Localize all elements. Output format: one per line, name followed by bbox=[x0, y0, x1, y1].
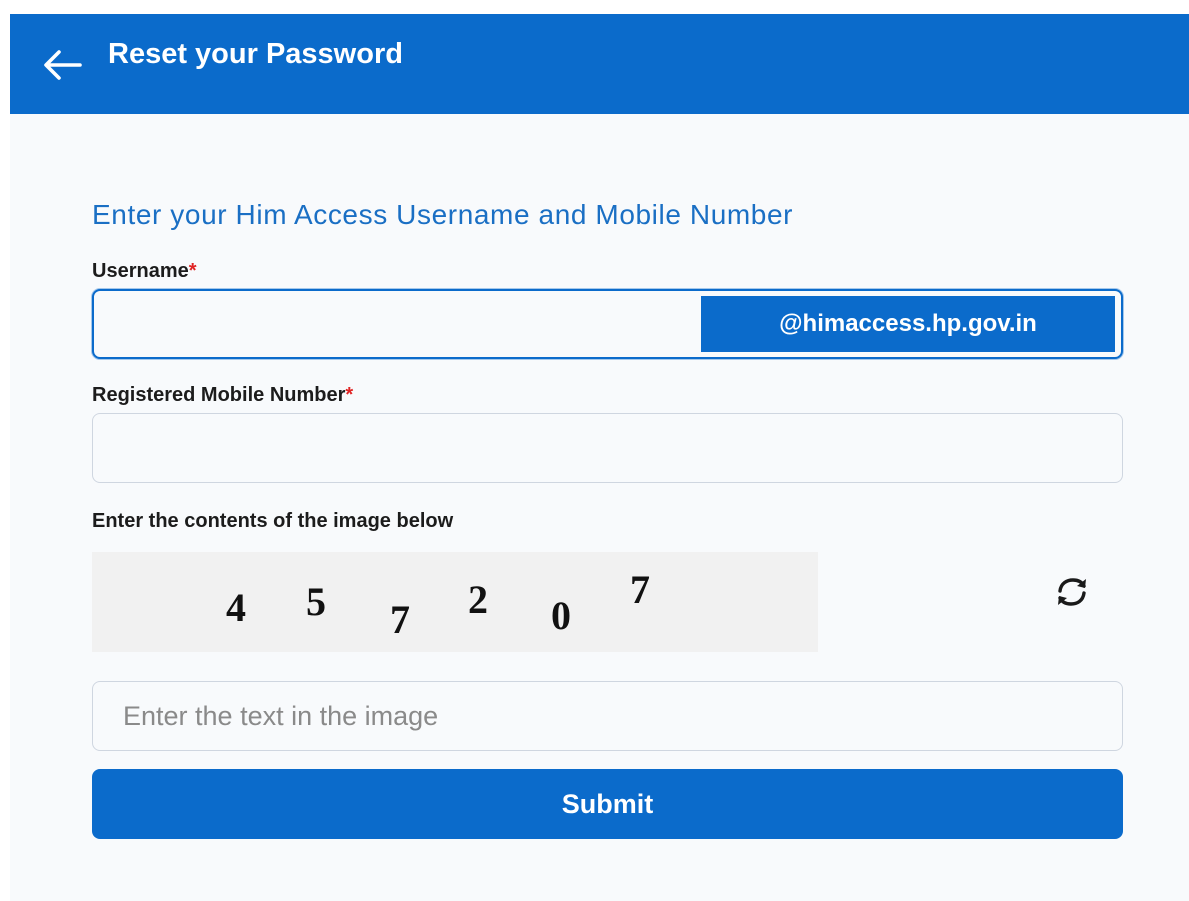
arrow-left-icon bbox=[44, 50, 82, 80]
refresh-captcha-button[interactable] bbox=[1052, 574, 1092, 610]
captcha-char: 7 bbox=[630, 567, 650, 612]
mobile-number-input[interactable] bbox=[92, 413, 1123, 483]
back-button[interactable] bbox=[40, 47, 84, 83]
captcha-char: 0 bbox=[551, 593, 571, 638]
reset-password-panel: Reset your Password Enter your Him Acces… bbox=[10, 14, 1189, 901]
username-field: @himaccess.hp.gov.in bbox=[92, 289, 1123, 359]
mobile-label-text: Registered Mobile Number bbox=[92, 384, 346, 406]
submit-button[interactable]: Submit bbox=[92, 769, 1123, 839]
captcha-char: 7 bbox=[390, 597, 410, 642]
refresh-icon bbox=[1058, 578, 1086, 606]
username-label: Username* bbox=[92, 258, 197, 284]
required-marker: * bbox=[345, 384, 354, 406]
mobile-label: Registered Mobile Number* bbox=[92, 382, 353, 408]
app-header: Reset your Password bbox=[10, 14, 1189, 114]
required-marker: * bbox=[188, 260, 197, 282]
domain-suffix: @himaccess.hp.gov.in bbox=[701, 296, 1115, 352]
username-input[interactable] bbox=[106, 299, 690, 351]
captcha-char: 2 bbox=[468, 577, 488, 622]
username-label-text: Username bbox=[92, 260, 189, 282]
page-title: Reset your Password bbox=[108, 38, 403, 70]
form-heading: Enter your Him Access Username and Mobil… bbox=[92, 199, 794, 230]
captcha-image: 4 5 7 2 0 7 bbox=[92, 552, 818, 652]
captcha-char: 5 bbox=[306, 579, 326, 624]
captcha-input[interactable] bbox=[92, 681, 1123, 751]
captcha-label: Enter the contents of the image below bbox=[92, 510, 454, 532]
captcha-char: 4 bbox=[226, 585, 246, 630]
